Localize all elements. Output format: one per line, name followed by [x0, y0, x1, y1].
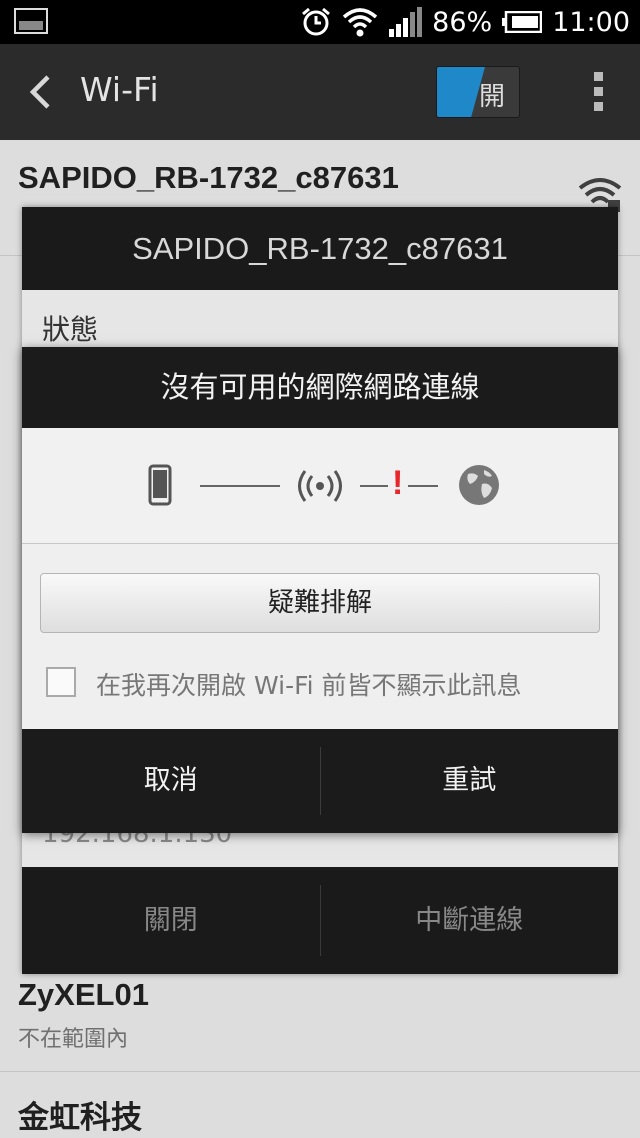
- battery-percent: 86%: [432, 6, 493, 38]
- retry-button[interactable]: 重試: [321, 729, 619, 833]
- globe-icon: [459, 465, 499, 505]
- status-bar: 86% 11:00: [0, 0, 640, 44]
- access-point-icon: [298, 470, 342, 502]
- phone-icon: [148, 464, 172, 506]
- dont-show-label: 在我再次開啟 Wi-Fi 前皆不顯示此訊息: [96, 671, 522, 700]
- overflow-menu-icon[interactable]: [594, 72, 604, 112]
- close-button[interactable]: 關閉: [22, 867, 320, 974]
- error-mark: !: [392, 464, 404, 502]
- cancel-button[interactable]: 取消: [22, 729, 320, 833]
- battery-icon: [502, 11, 543, 33]
- no-internet-dialog: 沒有可用的網際網路連線 ! 疑難排解 在我再次開啟 Wi-Fi 前皆不顯示此訊息…: [22, 347, 618, 833]
- alarm-icon: [300, 6, 332, 38]
- connection-diagram: !: [22, 428, 618, 544]
- status-label: 狀態: [42, 313, 99, 346]
- dialog-title: SAPIDO_RB-1732_c87631: [22, 207, 618, 290]
- clock: 11:00: [552, 6, 630, 38]
- wifi-icon: [342, 7, 378, 37]
- troubleshoot-button[interactable]: 疑難排解: [40, 573, 600, 633]
- dialog-title: 沒有可用的網際網路連線: [22, 347, 618, 428]
- disconnect-button[interactable]: 中斷連線: [321, 867, 619, 974]
- back-arrow-icon[interactable]: [24, 74, 60, 110]
- signal-icon: [388, 7, 423, 37]
- page-title: Wi-Fi: [80, 70, 159, 109]
- dont-show-checkbox[interactable]: [46, 667, 76, 697]
- action-bar: Wi-Fi 開: [0, 44, 640, 140]
- toggle-label: 開: [478, 82, 505, 112]
- wifi-toggle[interactable]: 開: [436, 66, 520, 118]
- screenshot-icon: [14, 8, 48, 34]
